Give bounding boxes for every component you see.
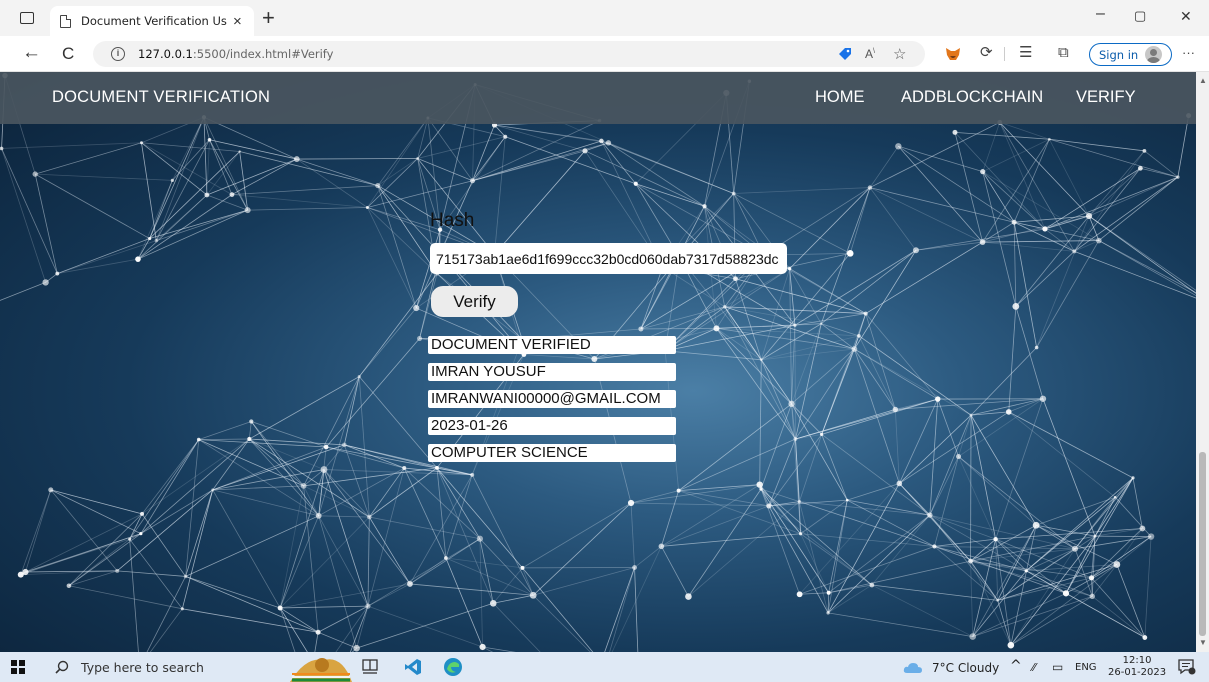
url-host: 127.0.0.1 <box>138 47 193 61</box>
windows-taskbar: Type here to search 7°C Cloudy ^ ⁄⁄ ▭ EN… <box>0 652 1209 682</box>
sign-in-button[interactable]: Sign in <box>1089 43 1172 66</box>
tab-close-icon[interactable]: × <box>233 14 242 29</box>
tag-icon[interactable] <box>838 47 852 61</box>
nav-addblockchain[interactable]: ADDBLOCKCHAIN <box>901 88 1043 107</box>
scroll-up-icon[interactable]: ▲ <box>1199 76 1207 85</box>
back-button[interactable]: ← <box>22 43 41 62</box>
tab-actions-icon[interactable] <box>20 12 34 24</box>
battery-icon[interactable]: ▭ <box>1052 660 1063 674</box>
restore-button[interactable]: ▢ <box>1134 9 1146 22</box>
info-icon[interactable]: i <box>111 47 125 61</box>
toolbar-divider <box>1004 47 1005 61</box>
new-tab-button[interactable]: + <box>262 7 275 29</box>
scrollbar-thumb[interactable] <box>1199 452 1206 636</box>
more-menu-icon[interactable]: ··· <box>1182 46 1195 59</box>
result-department: COMPUTER SCIENCE <box>428 444 676 462</box>
extensions-icon[interactable]: ⟳ <box>980 45 993 60</box>
nav-home[interactable]: HOME <box>815 88 865 107</box>
language-indicator[interactable]: ENG <box>1075 662 1097 673</box>
hash-label: Hash <box>430 210 475 231</box>
url-path: :5500/index.html#Verify <box>192 47 334 61</box>
clock-date: 26-01-2023 <box>1108 667 1167 678</box>
site-brand[interactable]: DOCUMENT VERIFICATION <box>52 88 270 107</box>
notification-icon[interactable] <box>1178 659 1196 675</box>
address-row: ← C i 127.0.0.1:5500/index.html#Verify A… <box>0 36 1209 72</box>
search-highlight-image[interactable] <box>288 652 354 682</box>
weather-text[interactable]: 7°C Cloudy <box>932 661 999 675</box>
favorite-star-icon[interactable]: ☆ <box>893 45 906 63</box>
scroll-down-icon[interactable]: ▼ <box>1199 638 1207 647</box>
result-name: IMRAN YOUSUF <box>428 363 676 381</box>
search-icon <box>55 660 69 674</box>
taskbar-search[interactable]: Type here to search <box>50 652 280 682</box>
metamask-icon[interactable] <box>945 47 961 61</box>
favorites-icon[interactable]: ☰ <box>1019 45 1032 60</box>
result-status: DOCUMENT VERIFIED <box>428 336 676 354</box>
hash-input[interactable] <box>430 243 787 274</box>
sign-in-label: Sign in <box>1099 47 1139 62</box>
refresh-button[interactable]: C <box>62 45 74 62</box>
tab-title: Document Verification Using Blo <box>81 14 227 28</box>
result-email: IMRANWANI00000@GMAIL.COM <box>428 390 676 408</box>
page-scrollbar[interactable]: ▲ ▼ <box>1196 72 1209 652</box>
verify-button[interactable]: Verify <box>431 286 518 317</box>
windows-start-icon[interactable] <box>11 660 25 674</box>
site-navbar: DOCUMENT VERIFICATION HOME ADDBLOCKCHAIN… <box>0 72 1196 124</box>
chevron-up-icon[interactable]: ^ <box>1010 658 1022 674</box>
tab-document-verification[interactable]: Document Verification Using Blo × <box>50 6 254 36</box>
avatar <box>1145 46 1163 63</box>
network-background-image <box>0 72 1196 652</box>
task-view-icon[interactable] <box>362 659 378 675</box>
taskbar-clock[interactable]: 12:10 26-01-2023 <box>1108 655 1166 679</box>
clock-time: 12:10 <box>1122 655 1152 666</box>
page-viewport: DOCUMENT VERIFICATION HOME ADDBLOCKCHAIN… <box>0 72 1196 652</box>
page-icon <box>60 14 71 28</box>
minimize-button[interactable]: – <box>1096 6 1105 22</box>
collections-icon[interactable]: ⧉ <box>1058 45 1069 60</box>
close-window-button[interactable]: ✕ <box>1180 9 1192 23</box>
cloud-icon <box>903 663 922 673</box>
search-placeholder: Type here to search <box>81 659 204 675</box>
vscode-icon[interactable] <box>404 658 422 676</box>
nav-verify[interactable]: VERIFY <box>1076 88 1136 107</box>
network-icon[interactable]: ⁄⁄ <box>1032 661 1036 674</box>
result-date: 2023-01-26 <box>428 417 676 435</box>
read-aloud-icon[interactable]: A\ <box>865 47 875 61</box>
url-text: 127.0.0.1:5500/index.html#Verify <box>138 47 333 61</box>
address-bar[interactable]: i 127.0.0.1:5500/index.html#Verify A\ ☆ <box>93 41 925 67</box>
edge-icon[interactable] <box>443 657 463 677</box>
tab-strip: Document Verification Using Blo × + – ▢ … <box>0 0 1209 36</box>
